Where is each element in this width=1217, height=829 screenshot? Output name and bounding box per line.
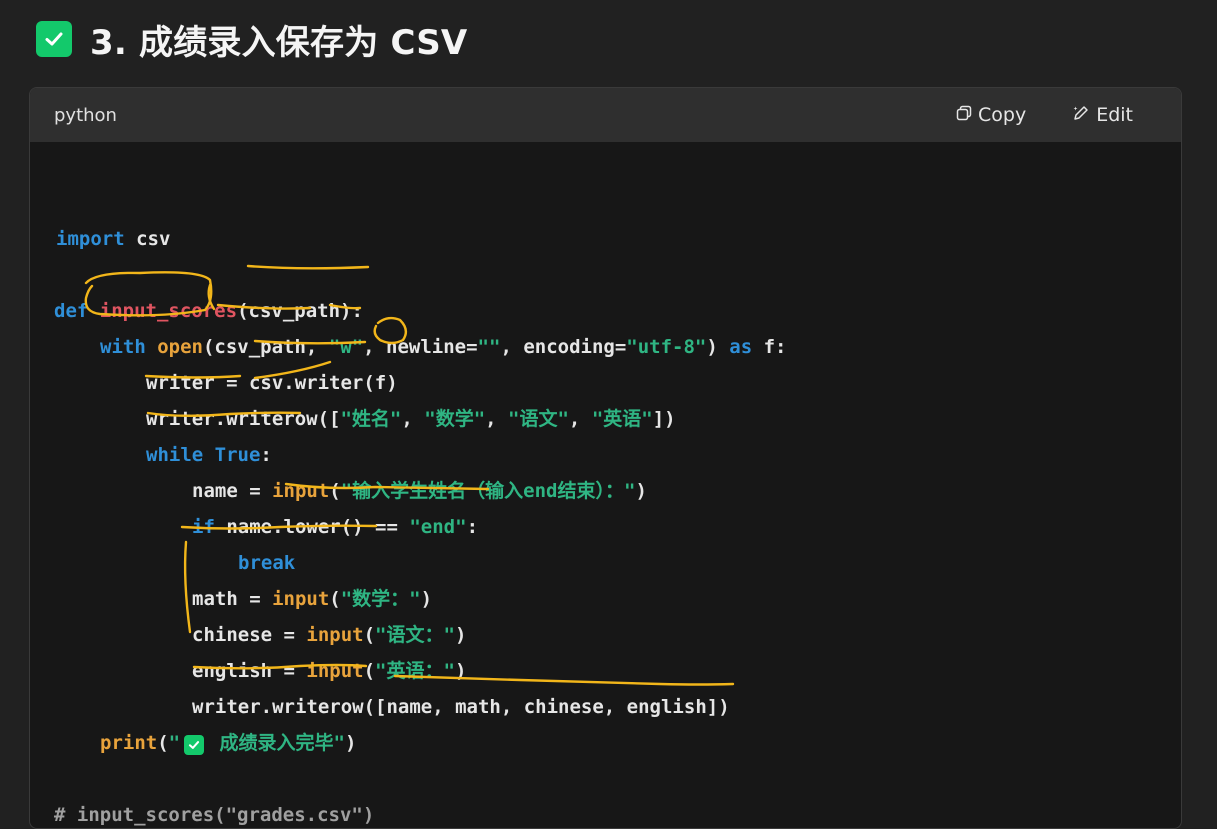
edit-button[interactable]: Edit [1072, 104, 1133, 127]
copy-icon [956, 104, 972, 126]
language-label: python [54, 104, 117, 126]
code-line: chinese = input("语文：") [192, 624, 467, 646]
code-line: name = input("输入学生姓名（输入end结束）：") [192, 480, 647, 502]
code-line: if name.lower() == "end": [192, 516, 479, 538]
code-line: english = input("英语：") [192, 660, 467, 682]
check-square-icon [36, 21, 72, 57]
code-line: break [238, 552, 296, 574]
copy-button[interactable]: Copy [956, 104, 1026, 126]
code-line: writer.writerow([name, math, chinese, en… [192, 696, 730, 718]
code-line: # input_scores("grades.csv") [54, 804, 375, 826]
edit-label: Edit [1096, 104, 1133, 126]
code-block: python Copy Edit import csv def input_sc… [29, 87, 1182, 829]
code-line: while True: [146, 444, 272, 466]
code-line: print(" 成绩录入完毕") [100, 732, 357, 755]
code-line: def input_scores(csv_path): [54, 300, 363, 322]
code-line: import csv [56, 228, 171, 250]
section-heading: 3. 成绩录入保存为 CSV [36, 16, 468, 63]
section-title: 3. 成绩录入保存为 CSV [90, 22, 468, 63]
code-line: writer.writerow(["姓名", "数学", "语文", "英语"]… [146, 408, 676, 430]
edit-pencil-icon [1072, 104, 1090, 127]
code-line: with open(csv_path, "w", newline="", enc… [100, 336, 787, 358]
code-block-header: python Copy Edit [30, 88, 1181, 142]
code-line: writer = csv.writer(f) [146, 372, 398, 394]
code-actions: Copy Edit [956, 104, 1157, 127]
code-line: math = input("数学：") [192, 588, 433, 610]
check-square-icon [184, 735, 205, 755]
copy-label: Copy [978, 104, 1027, 126]
